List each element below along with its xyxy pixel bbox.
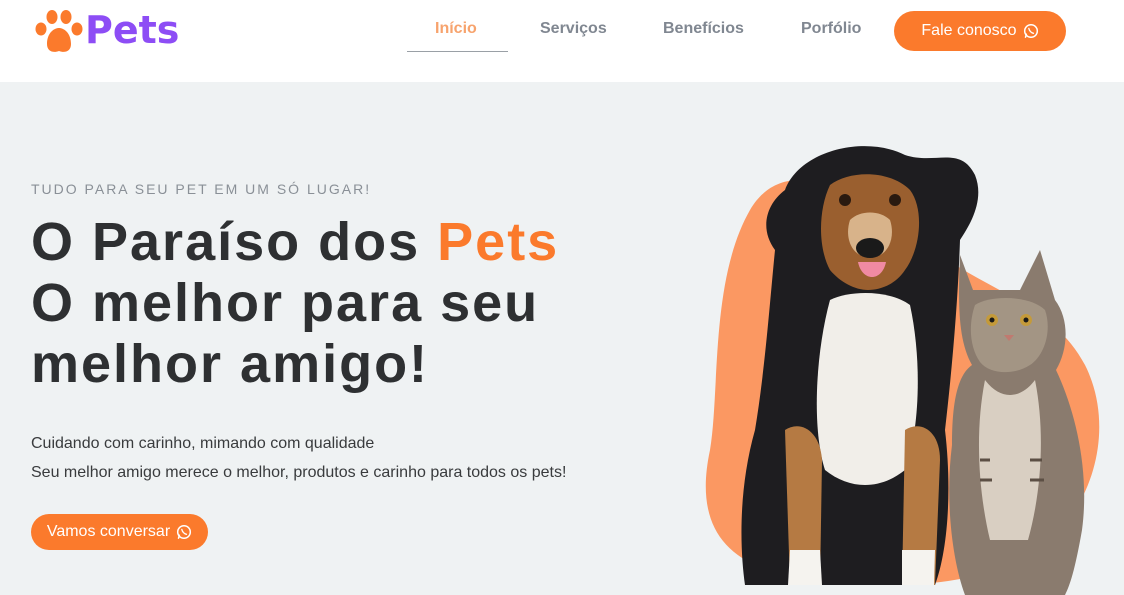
nav-item-beneficios[interactable]: Benefícios <box>663 20 744 38</box>
hero-title-accent: Pets <box>437 212 560 272</box>
contact-us-button[interactable]: Fale conosco <box>894 11 1066 51</box>
nav-item-servicos[interactable]: Serviços <box>540 20 607 38</box>
active-nav-indicator <box>407 51 508 52</box>
dog-figure <box>741 146 979 586</box>
nav-item-portfolio[interactable]: Porfólio <box>801 20 861 38</box>
dog-and-cat-illustration <box>705 146 1100 595</box>
hero-title: O Paraíso dos Pets O melhor para seu mel… <box>31 212 559 395</box>
hero-subtitle-line1: Cuidando com carinho, mimando com qualid… <box>31 435 375 452</box>
hero-title-prefix: O Paraíso dos <box>31 212 438 272</box>
lets-talk-label: Vamos conversar <box>46 523 171 540</box>
whatsapp-icon <box>177 524 192 540</box>
contact-us-label: Fale conosco <box>921 22 1017 39</box>
hero-subtitle-line2: Seu melhor amigo merece o melhor, produt… <box>31 464 567 481</box>
whatsapp-icon <box>1023 23 1038 39</box>
hero-title-line3: melhor amigo! <box>31 334 430 394</box>
cat-figure <box>949 250 1085 595</box>
site-header: Pets Início Serviços Benefícios Porfólio… <box>0 0 1124 82</box>
hero-subtitle: Cuidando com carinho, mimando com qualid… <box>31 429 566 487</box>
hero-title-line2: O melhor para seu <box>31 273 540 333</box>
nav-item-inicio[interactable]: Início <box>435 20 477 38</box>
lets-talk-button[interactable]: Vamos conversar <box>31 514 208 550</box>
hero-eyebrow: TUDO PARA SEU PET EM UM SÓ LUGAR! <box>31 181 372 197</box>
